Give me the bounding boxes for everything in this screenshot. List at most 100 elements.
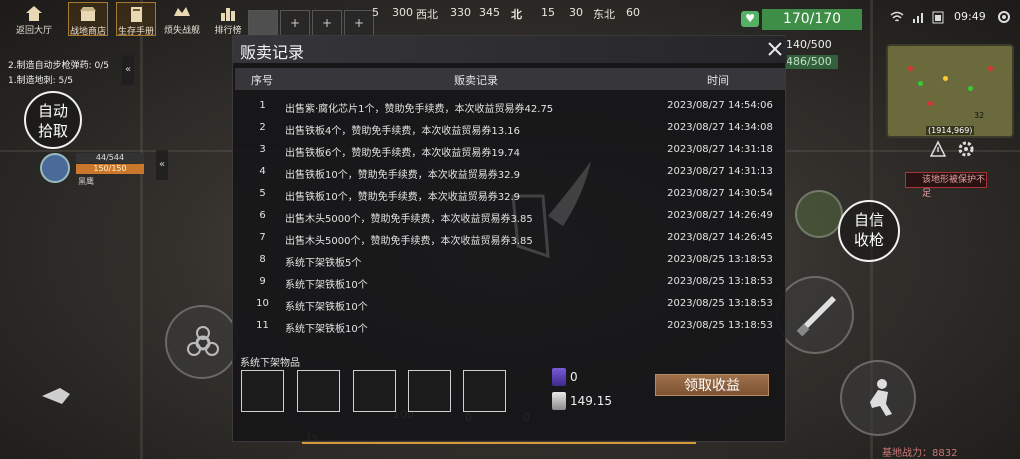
crouch-icon xyxy=(870,379,892,416)
claim-earnings-button[interactable]: 领取收益 xyxy=(655,374,769,396)
row-no: 1 xyxy=(259,100,266,111)
table-row: 8 系统下架铁板5个 2023/08/25 13:18:53 xyxy=(235,249,785,271)
quick-slot[interactable]: + xyxy=(344,10,374,36)
row-time: 2023/08/27 14:31:18 xyxy=(667,144,773,155)
table-row: 9 系统下架铁板10个 2023/08/25 13:18:53 xyxy=(235,271,785,293)
thirst-value: 486/500 xyxy=(786,55,838,69)
row-no: 4 xyxy=(259,166,266,177)
biohazard-button[interactable] xyxy=(165,305,239,379)
row-record: 出售紫·腐化芯片1个，赞助免手续费，本次收益贸易券42.75 xyxy=(285,104,554,115)
compass-mark: 330 xyxy=(450,6,471,19)
crouch-button[interactable] xyxy=(840,360,916,436)
lobby-button[interactable]: 返回大厅 xyxy=(14,2,54,36)
row-record: 出售木头5000个，赞助免手续费，本次收益贸易券3.85 xyxy=(285,236,533,247)
task-item[interactable]: 2.制造自动步枪弹药: 0/5 xyxy=(8,58,109,71)
row-no: 10 xyxy=(256,298,269,309)
table-header: 序号 贩卖记录 时间 xyxy=(235,68,785,90)
row-time: 2023/08/27 14:30:54 xyxy=(667,188,773,199)
home-icon xyxy=(26,6,42,21)
heart-icon: ♥ xyxy=(741,11,759,27)
player-hp: 44/544 xyxy=(76,153,144,163)
item-slot[interactable] xyxy=(463,370,506,412)
manual-button[interactable]: 生存手册 xyxy=(116,2,156,37)
book-icon xyxy=(131,7,142,22)
quick-slot[interactable] xyxy=(248,10,278,36)
battleship-button[interactable]: 烦失战舰 xyxy=(162,2,202,36)
signal-icon xyxy=(913,13,923,23)
row-record: 出售铁板10个，赞助免手续费，本次收益贸易券32.9 xyxy=(285,192,520,203)
battleship-icon xyxy=(174,7,190,16)
row-record: 出售铁板6个，赞助免手续费，本次收益贸易券19.74 xyxy=(285,148,520,159)
wifi-icon xyxy=(890,11,904,22)
map-coords: (1914,969) xyxy=(926,126,975,135)
leaderboard-button[interactable]: 排行榜 xyxy=(208,2,248,36)
row-time: 2023/08/27 14:26:49 xyxy=(667,210,773,221)
lobby-label: 返回大厅 xyxy=(15,26,52,36)
item-slot[interactable] xyxy=(408,370,451,412)
melee-button[interactable] xyxy=(776,276,854,354)
compass-mark: 东北 xyxy=(593,8,615,21)
row-record: 系统下架铁板10个 xyxy=(285,280,368,291)
map-marker xyxy=(928,101,933,106)
dialog-title: 贩卖记录 xyxy=(240,43,305,62)
compass-mark: 15 xyxy=(541,6,555,19)
row-time: 2023/08/27 14:34:08 xyxy=(667,122,773,133)
compass-mark: 345 xyxy=(479,6,500,19)
gem-card-value: 0 xyxy=(570,370,578,384)
row-time: 2023/08/25 13:18:53 xyxy=(667,298,773,309)
table-row: 1 出售紫·腐化芯片1个，赞助免手续费，本次收益贸易券42.75 2023/08… xyxy=(235,95,785,117)
row-no: 7 xyxy=(259,232,266,243)
row-no: 5 xyxy=(259,188,266,199)
col-no-header: 序号 xyxy=(251,74,273,87)
close-icon xyxy=(768,42,782,56)
player-energy: 150/150 xyxy=(76,164,144,174)
auto-holster-button[interactable]: 自信 收枪 xyxy=(838,200,900,262)
item-slot[interactable] xyxy=(241,370,284,412)
battery-icon xyxy=(932,11,944,24)
sales-record-dialog: 贩卖记录 序号 贩卖记录 时间 1 出售紫·腐化芯片1个，赞助免手续费，本次收益… xyxy=(232,35,787,442)
auto-pickup-button[interactable]: 自动 拾取 xyxy=(24,91,82,149)
shop-label: 战地商店 xyxy=(69,27,106,37)
gear-icon[interactable] xyxy=(957,140,975,158)
row-record: 系统下架铁板10个 xyxy=(285,302,368,313)
emote-button[interactable] xyxy=(795,190,843,238)
quick-slot[interactable]: + xyxy=(312,10,342,36)
whistle-icon[interactable] xyxy=(40,384,74,406)
task-item[interactable]: 1.制造地刺: 5/5 xyxy=(8,73,73,86)
map-level: 32 xyxy=(974,111,985,120)
map-marker xyxy=(968,86,973,91)
compass-mark: 30 xyxy=(569,6,583,19)
collapse-team-button[interactable]: « xyxy=(156,150,168,180)
quick-slot[interactable]: + xyxy=(280,10,310,36)
gem-card-icon xyxy=(552,368,566,386)
table-row: 7 出售木头5000个，赞助免手续费，本次收益贸易券3.85 2023/08/2… xyxy=(235,227,785,249)
item-slot[interactable] xyxy=(353,370,396,412)
table-row: 5 出售铁板10个，赞助免手续费，本次收益贸易券32.9 2023/08/27 … xyxy=(235,183,785,205)
row-time: 2023/08/27 14:54:06 xyxy=(667,100,773,111)
compass-mark: 西北 xyxy=(416,8,438,21)
auto-holster-line2: 收枪 xyxy=(853,231,884,249)
minimap[interactable]: 32 (1914,969) xyxy=(886,44,1014,138)
shop-icon xyxy=(80,7,96,21)
collapse-tasks-button[interactable]: « xyxy=(122,55,134,85)
row-time: 2023/08/25 13:18:53 xyxy=(667,254,773,265)
avatar[interactable] xyxy=(40,153,70,183)
map-marker xyxy=(918,81,923,86)
auto-holster-line1: 自信 xyxy=(853,211,884,229)
settings-icon[interactable] xyxy=(996,9,1012,25)
hunger-value: 140/500 xyxy=(786,38,832,51)
row-record: 出售铁板10个，赞助免手续费，本次收益贸易券32.9 xyxy=(285,170,520,181)
table-row: 2 出售铁板4个，赞助免手续费，本次收益贸易券13.16 2023/08/27 … xyxy=(235,117,785,139)
record-list[interactable]: 1 出售紫·腐化芯片1个，赞助免手续费，本次收益贸易券42.75 2023/08… xyxy=(235,95,785,347)
shop-button[interactable]: 战地商店 xyxy=(68,2,108,37)
player-name: 黑鹰 xyxy=(78,177,94,186)
row-time: 2023/08/25 13:18:53 xyxy=(667,276,773,287)
row-time: 2023/08/27 14:31:13 xyxy=(667,166,773,177)
close-button[interactable] xyxy=(765,38,785,60)
map-marker xyxy=(943,76,948,81)
manual-label: 生存手册 xyxy=(117,27,154,37)
row-time: 2023/08/25 13:18:53 xyxy=(667,320,773,331)
clock: 09:49 xyxy=(954,10,986,23)
item-slot[interactable] xyxy=(297,370,340,412)
health-bar: 170/170 xyxy=(762,9,862,30)
